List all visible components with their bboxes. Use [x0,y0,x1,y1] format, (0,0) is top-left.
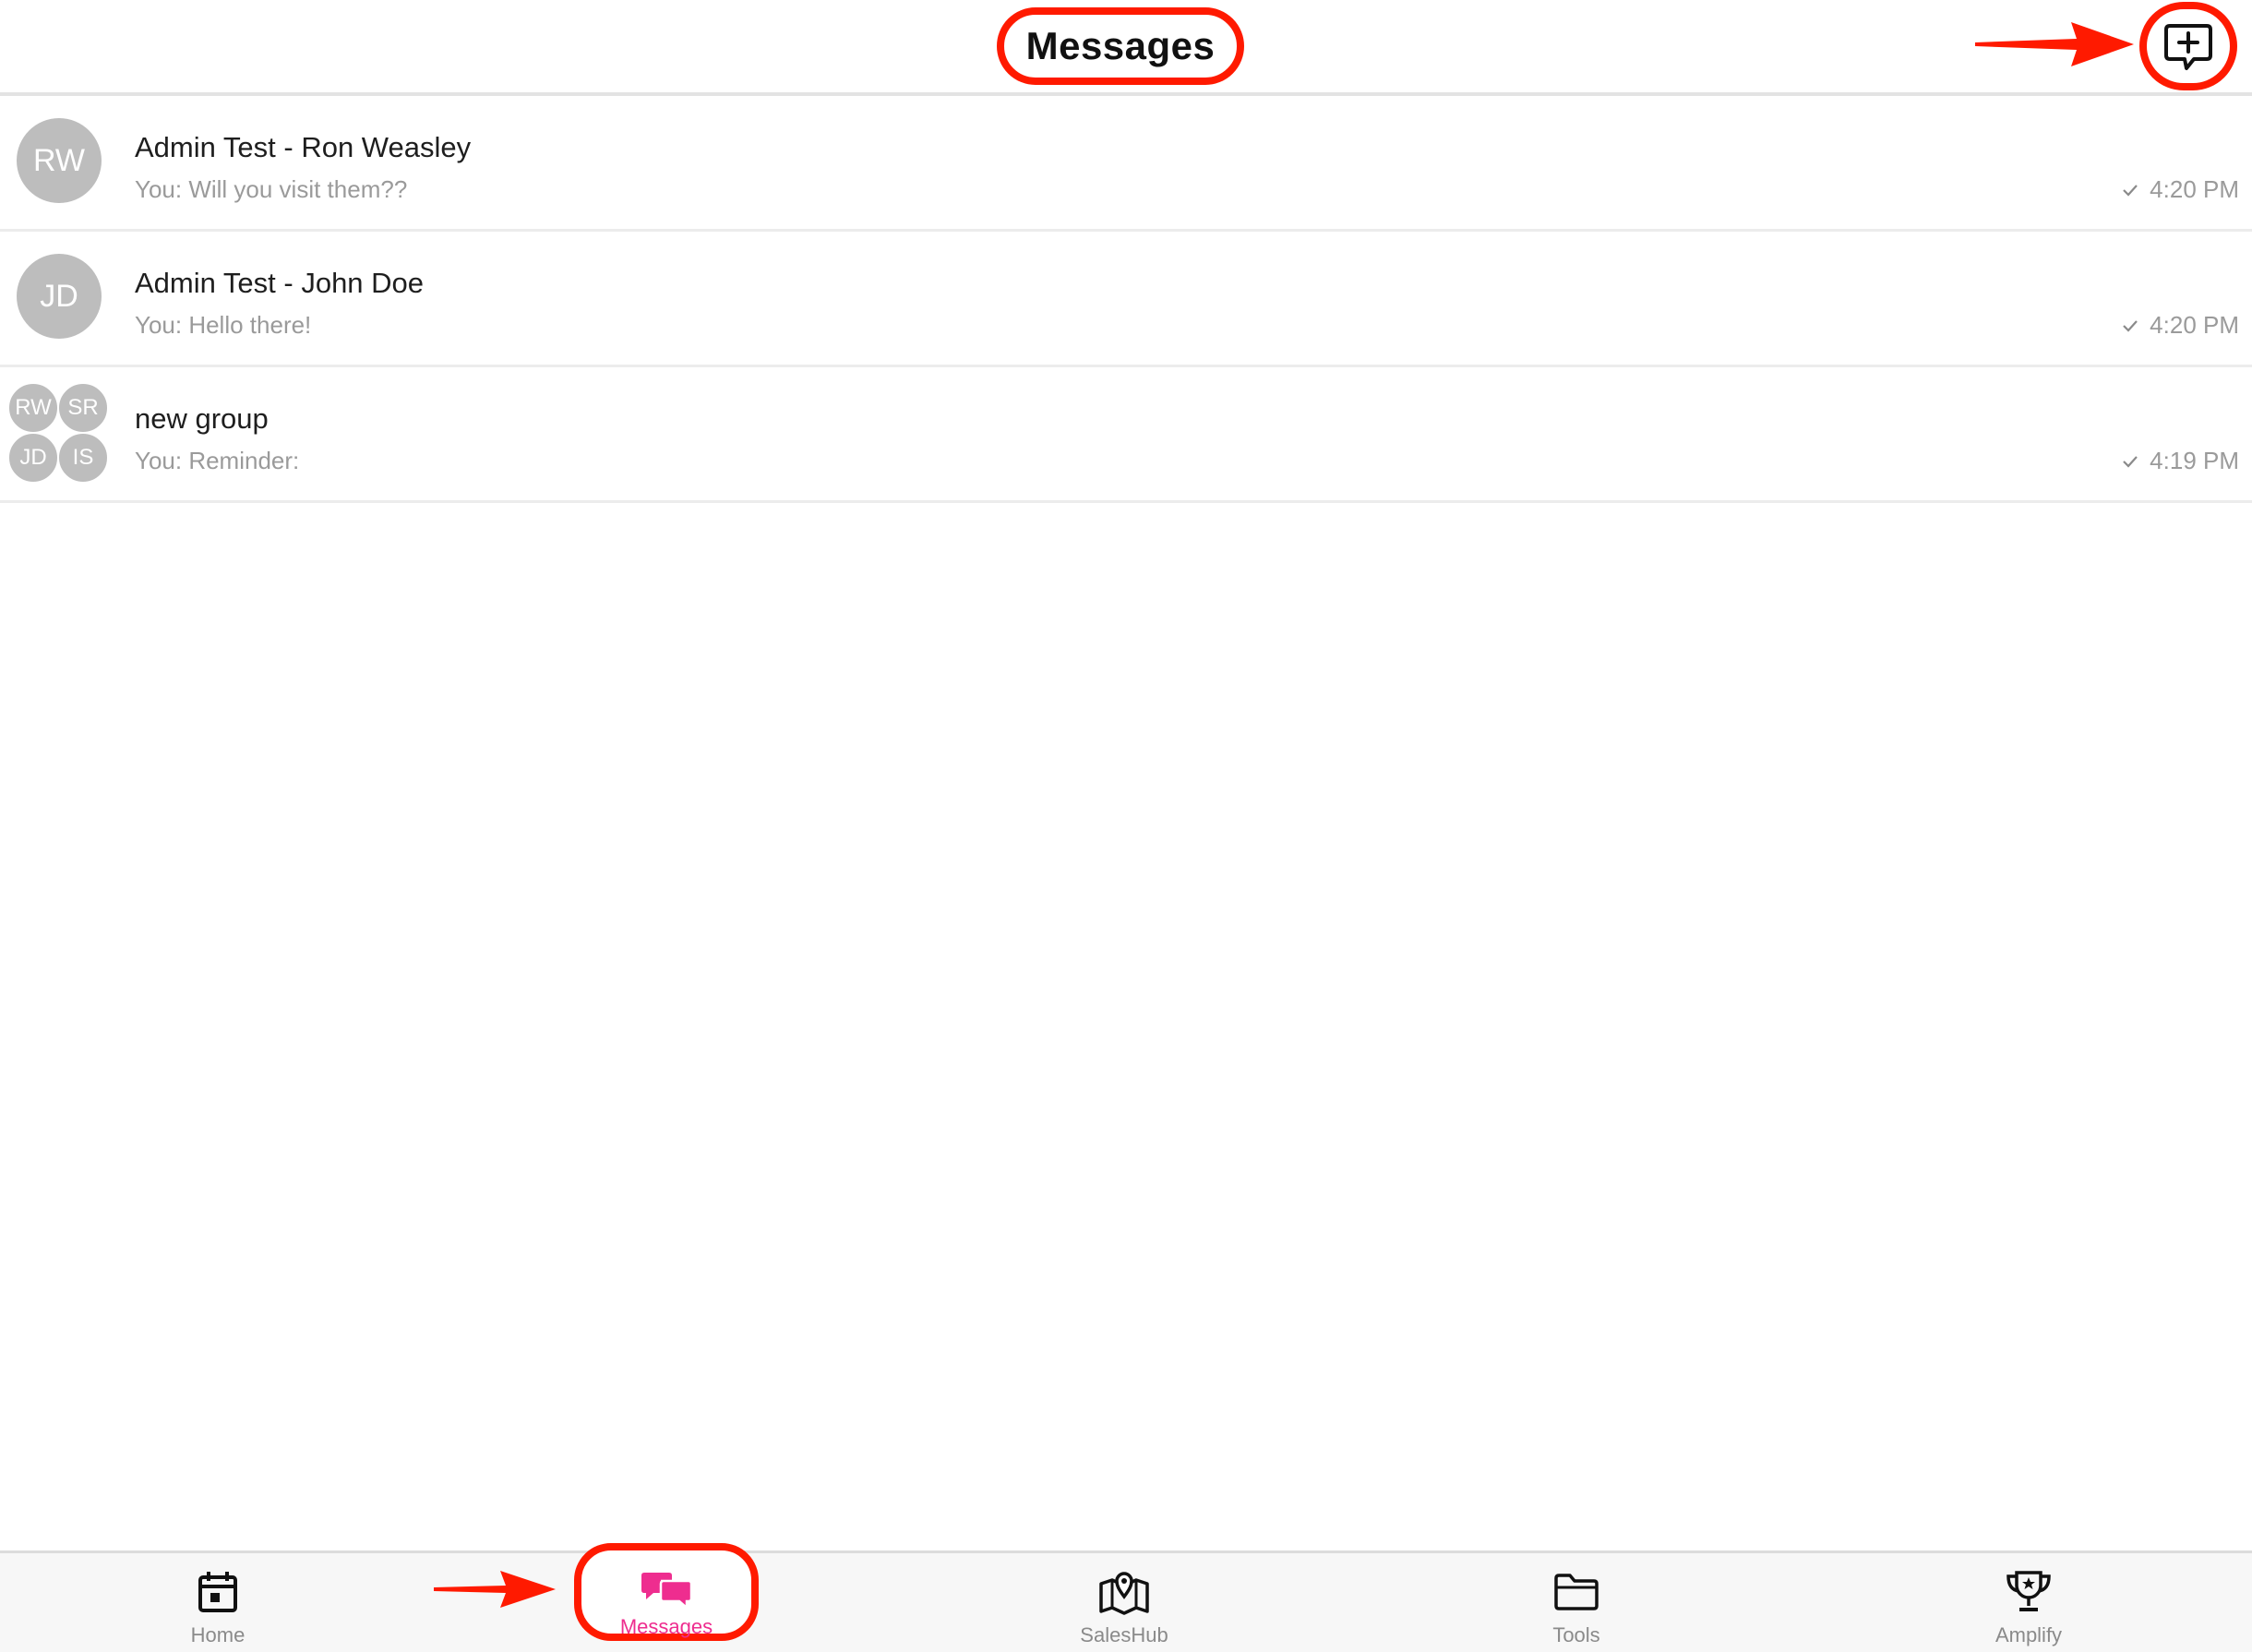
tab-label: Home [190,1623,246,1646]
conversation-preview: You: Reminder: [135,447,300,474]
folder-icon [1554,1574,1599,1610]
read-check-icon [2122,455,2138,468]
title-highlight: Messages [997,7,1244,85]
tab-saleshub[interactable]: SalesHub [1032,1553,1216,1652]
conversation-time: 4:20 PM [2150,175,2239,203]
group-avatar-item: JD [7,432,59,484]
conversation-preview: You: Will you visit them?? [135,175,408,203]
avatar: JD [17,254,102,339]
calendar-icon [198,1572,237,1612]
tab-amplify[interactable]: Amplify [1936,1553,2121,1652]
read-check-icon [2122,319,2138,332]
conversation-time: 4:19 PM [2150,447,2239,474]
conversation-meta: 4:20 PM [2122,175,2239,204]
trophy-icon [2006,1571,2051,1611]
tab-label: Messages [619,1615,713,1638]
map-pin-icon [1099,1572,1149,1615]
conversation-row[interactable]: RW Admin Test - Ron Weasley You: Will yo… [0,96,2252,232]
conversation-name: Admin Test - Ron Weasley [135,131,472,163]
tab-label: Amplify [1994,1623,2063,1646]
conversation-list: RW Admin Test - Ron Weasley You: Will yo… [0,96,2252,503]
page-title: Messages [1025,24,1216,67]
conversation-row[interactable]: RW SR JD IS new group You: Reminder: 4:1… [0,367,2252,503]
chat-bubbles-icon [641,1573,693,1610]
conversation-name: new group [135,402,269,435]
conversation-meta: 4:19 PM [2122,447,2239,475]
tab-tools[interactable]: Tools [1484,1553,1669,1652]
tab-messages[interactable]: Messages [574,1550,759,1639]
group-avatar-item: RW [7,382,59,434]
tab-label: SalesHub [1080,1623,1168,1646]
tab-bar: Home SalesHub Tools Amplify [0,1550,2252,1652]
conversation-row[interactable]: JD Admin Test - John Doe You: Hello ther… [0,232,2252,367]
conversation-preview: You: Hello there! [135,311,312,339]
read-check-icon [2122,184,2138,197]
compose-message-icon [2164,24,2212,70]
new-message-button[interactable] [2161,18,2216,74]
group-avatar: RW SR JD IS [7,382,111,485]
group-avatar-item: SR [57,382,109,434]
annotation-arrow-icon [434,1571,556,1608]
avatar: RW [17,118,102,203]
annotation-arrow-icon [1975,22,2134,66]
compose-highlight [2139,2,2237,90]
conversation-name: Admin Test - John Doe [135,267,425,299]
messages-screen: Messages RW Admin Test - Ron Weasley You… [0,0,2252,1652]
conversation-meta: 4:20 PM [2122,311,2239,340]
conversation-time: 4:20 PM [2150,311,2239,339]
group-avatar-item: IS [57,432,109,484]
header-bar: Messages [0,0,2252,96]
tab-label: Tools [1552,1623,1600,1646]
tab-home[interactable]: Home [126,1553,310,1652]
